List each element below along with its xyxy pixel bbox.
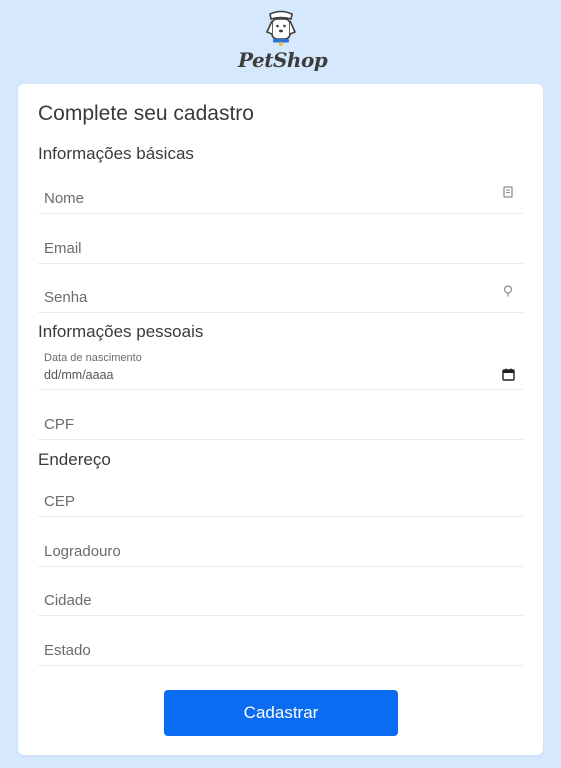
street-field[interactable]: Logradouro [38,529,523,567]
dog-mascot-icon [265,10,297,46]
key-icon [503,285,513,297]
section-address: Endereço [38,450,111,469]
email-field[interactable]: Email [38,226,523,264]
id-card-icon [503,186,513,198]
section-basic-info: Informações básicas [38,144,194,163]
state-field[interactable]: Estado [38,628,523,666]
brand-name: PetShop [238,48,328,72]
form-title: Complete seu cadastro [38,102,254,125]
email-placeholder: Email [44,240,82,257]
header: PetShop [0,0,561,84]
cpf-field[interactable]: CPF [38,402,523,440]
section-personal-info: Informações pessoais [38,322,204,341]
register-button[interactable]: Cadastrar [164,690,398,736]
birthdate-field[interactable]: Data de nascimento dd/mm/aaaa [38,348,523,390]
cpf-placeholder: CPF [44,416,74,433]
calendar-icon[interactable] [502,368,515,381]
signup-form: Complete seu cadastro Informações básica… [18,84,543,755]
password-field[interactable]: Senha [38,275,523,313]
state-placeholder: Estado [44,642,91,659]
name-field[interactable]: Nome [38,176,523,214]
password-placeholder: Senha [44,289,88,306]
cep-placeholder: CEP [44,493,75,510]
city-placeholder: Cidade [44,592,92,609]
birthdate-label: Data de nascimento [44,352,142,364]
cep-field[interactable]: CEP [38,479,523,517]
name-placeholder: Nome [44,190,85,207]
birthdate-placeholder: dd/mm/aaaa [44,368,114,382]
city-field[interactable]: Cidade [38,578,523,616]
street-placeholder: Logradouro [44,543,121,560]
